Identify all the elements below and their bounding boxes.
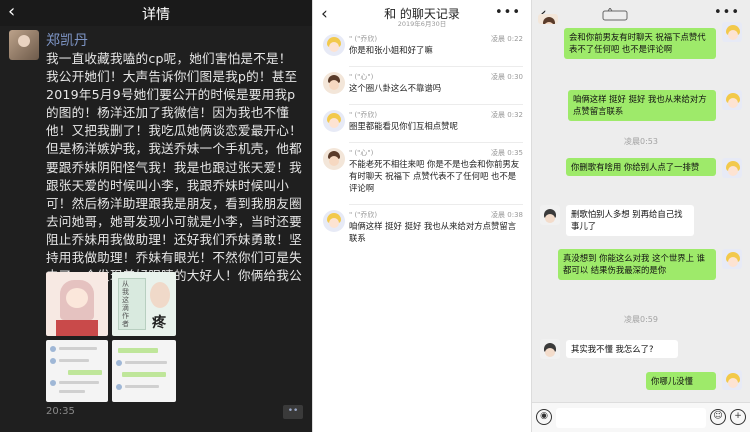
emoji-icon[interactable]: ☺ [710,409,726,425]
record-sender: " ("乔欣) [349,35,378,43]
author-avatar[interactable] [9,30,39,60]
chat-panel: ‹ ••• 会和你前男友有时聊天 祝福下点赞代表不了任何吧 也不是评论啊 咱俩这… [531,0,750,432]
chat-header: ‹ ••• [532,0,750,30]
record-time: 凌晨 0:30 [491,73,523,81]
avatar[interactable] [722,249,742,269]
record-time: 凌晨 0:32 [491,111,523,119]
history-record[interactable]: " ("乔欣) 凌晨 0:22 你是和张小姐和好了嘛 [323,34,523,68]
avatar[interactable] [722,158,742,178]
message-bubble[interactable]: 真没想到 你能这么对我 这个世界上 谁都可以 结果伤我最深的是你 [558,249,716,280]
history-record[interactable]: " ("心") 凌晨 0:35 不能老死不相往来吧 你是不是也会和你前男友有时聊… [323,148,523,206]
history-header: ‹ 和 的聊天记录 2019年6月30日 ••• [313,0,531,30]
post-image-4[interactable] [112,340,176,402]
timestamp: 凌晨0:53 [624,137,658,146]
avatar [323,210,345,232]
avatar[interactable] [540,339,560,359]
divider [349,66,523,67]
record-text: 不能老死不相往来吧 你是不是也会和你前男友有时聊天 祝福下 点赞代表不了任何吧 … [349,159,520,193]
divider [349,104,523,105]
post-time: 20:35 [46,406,75,417]
history-record[interactable]: " ("乔欣) 凌晨 0:32 圈里都能看见你们互相点赞呢 [323,110,523,144]
avatar [323,148,345,170]
avatar [323,110,345,132]
chat-history-panel: ‹ 和 的聊天记录 2019年6月30日 ••• " ("乔欣) 凌晨 0:22… [312,0,531,432]
record-sender: " ("心") [349,149,374,157]
author-name[interactable]: 郑凯丹 [46,30,88,50]
message-input[interactable] [556,408,706,428]
record-text: 这个圈八卦这么不靠谱吗 [349,83,442,93]
divider [349,142,523,143]
record-sender: " ("乔欣) [349,111,378,119]
plus-icon[interactable]: + [730,409,746,425]
post-image-2[interactable]: 从我这滴作者 疼 [112,272,176,336]
post-image-1[interactable] [46,272,108,336]
chat-title-icon [602,8,628,21]
avatar[interactable] [722,22,742,42]
message-bubble[interactable]: 会和你前男友有时聊天 祝福下点赞代表不了任何吧 也不是评论啊 [564,28,716,59]
message-bubble[interactable]: 咱俩这样 挺好 挺好 我也从来给对方点赞留言联系 [568,90,716,121]
more-icon[interactable]: ••• [714,5,740,20]
message-bubble[interactable]: 删歌怕别人多想 别再给自己找事儿了 [566,205,694,236]
message-bubble[interactable]: 其实我不懂 我怎么了? [566,340,678,359]
image-word: 疼 [152,315,166,331]
avatar[interactable] [722,370,742,390]
more-actions-button[interactable]: •• [283,405,303,419]
moment-detail-panel: ‹ 详情 郑凯丹 我一直收藏我嗑的cp呢，她们害怕是不是！我公开她们！大声告诉你… [0,0,312,432]
input-bar: ◉ ☺ + [532,402,750,432]
record-sender: " ("心") [349,73,374,81]
post-text: 我一直收藏我嗑的cp呢，她们害怕是不是！我公开她们！大声告诉你们图是我p的！甚至… [46,51,302,301]
timestamp: 凌晨0:59 [624,315,658,324]
message-bubble[interactable]: 你删歌有啥用 你给别人点了一排赞 [566,158,716,177]
avatar[interactable] [538,14,558,24]
more-icon[interactable]: ••• [495,5,521,20]
avatar[interactable] [540,205,560,225]
divider [349,204,523,205]
avatar [323,34,345,56]
record-text: 你是和张小姐和好了嘛 [349,45,433,55]
avatar[interactable] [722,90,742,110]
record-time: 凌晨 0:22 [491,35,523,43]
record-time: 凌晨 0:35 [491,149,523,157]
history-record[interactable]: " ("心") 凌晨 0:30 这个圈八卦这么不靠谱吗 [323,72,523,106]
record-text: 咱俩这样 挺好 挺好 我也从来给对方点赞留言联系 [349,221,517,243]
avatar [323,72,345,94]
page-title: 详情 [142,7,170,23]
message-bubble[interactable]: 你哪儿没懂 [646,372,716,391]
history-record[interactable]: " ("乔欣) 凌晨 0:38 咱俩这样 挺好 挺好 我也从来给对方点赞留言联系 [323,210,523,250]
voice-icon[interactable]: ◉ [536,409,552,425]
post-image-3[interactable] [46,340,108,402]
image-caption: 从我这滴作者 [122,280,129,328]
detail-header: ‹ 详情 [0,0,312,26]
record-sender: " ("乔欣) [349,211,378,219]
record-text: 圈里都能看见你们互相点赞呢 [349,121,458,131]
record-time: 凌晨 0:38 [491,211,523,219]
